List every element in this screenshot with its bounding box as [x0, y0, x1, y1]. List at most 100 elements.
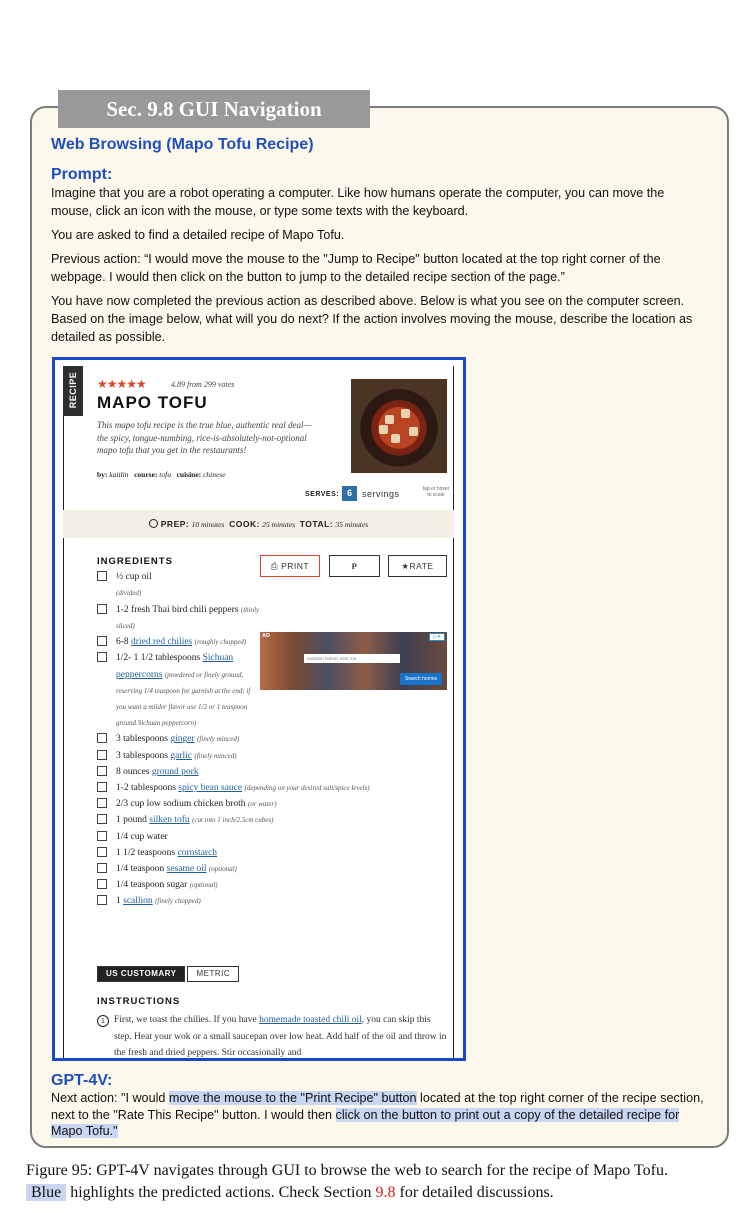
ingredient-note: (optional)	[189, 881, 218, 890]
ingredient-checkbox[interactable]	[97, 733, 107, 744]
ingredient-link[interactable]: garlic	[170, 751, 192, 761]
ingredient-text: 1 pound	[116, 815, 150, 826]
ingredient-checkbox[interactable]	[97, 636, 107, 647]
gpt-heading: GPT-4V:	[51, 1072, 113, 1089]
metric-button[interactable]: METRIC	[187, 966, 240, 982]
ingredient-checkbox[interactable]	[97, 781, 107, 792]
cuisine-label: cuisine:	[176, 470, 202, 479]
rating-votes: 4.89 from 299 votes	[171, 380, 235, 389]
cuisine: chinese	[203, 470, 226, 479]
section-ref-link[interactable]: 9.8	[375, 1184, 395, 1201]
ingredient-item: 3 tablespoons ginger (finely minced)	[97, 731, 447, 747]
total-label: TOTAL:	[299, 519, 334, 529]
ingredient-item: 1 pound silken tofu (cut into 1 inch/2.5…	[97, 812, 447, 828]
ingredient-text: 3 tablespoons	[116, 750, 171, 761]
recipe-title: MAPO TOFU	[97, 393, 208, 412]
figure-caption: Figure 95: GPT-4V navigates through GUI …	[26, 1160, 738, 1204]
ingredient-item: 2/3 cup low sodium chicken broth (or wat…	[97, 796, 447, 812]
ingredient-link[interactable]: dried red chilies	[131, 637, 192, 647]
section-label: Sec. 9.8 GUI Navigation	[58, 90, 370, 128]
recipe-side-tab: RECIPE	[63, 366, 83, 416]
ingredient-checkbox[interactable]	[97, 603, 107, 614]
ingredient-item: 3 tablespoons garlic (finely minced)	[97, 748, 447, 764]
ingredient-checkbox[interactable]	[97, 571, 107, 581]
ingredient-checkbox[interactable]	[97, 862, 107, 873]
servings-label: servings	[362, 489, 400, 499]
ingredient-checkbox[interactable]	[97, 798, 107, 809]
ingredient-note: (or water)	[247, 800, 277, 809]
ingredient-link[interactable]: scallion	[123, 896, 153, 906]
step-text-a: First, we toast the chilies. If you have	[114, 1015, 260, 1025]
ingredient-text: 1/4 teaspoon	[116, 863, 167, 874]
chili-oil-link[interactable]: homemade toasted chili oil	[259, 1015, 362, 1025]
ingredient-item: 8 ounces ground pork	[97, 764, 447, 780]
ingredient-checkbox[interactable]	[97, 879, 107, 890]
ingredient-item: ½ cup oil (divided)	[97, 569, 447, 602]
ingredients-list: ½ cup oil (divided) 1-2 fresh Thai bird ch…	[97, 569, 447, 910]
ingredient-note: (optional)	[208, 864, 237, 873]
instructions-heading: INSTRUCTIONS	[97, 996, 181, 1007]
ingredient-checkbox[interactable]	[97, 765, 107, 776]
ingredient-link[interactable]: sesame oil	[167, 864, 207, 874]
ingredient-link[interactable]: ground pork	[152, 767, 199, 777]
ingredient-checkbox[interactable]	[97, 814, 107, 825]
advertisement[interactable]: AD ▷✕ vacation homes near me Search home…	[260, 632, 447, 690]
instruction-step-1: 1 First, we toast the chilies. If you hav…	[97, 1012, 447, 1058]
ingredient-note: (roughly chopped)	[194, 638, 247, 647]
ingredient-item: 1/2- 1 1/2 tablespoons Sichuan peppercor…	[97, 650, 262, 731]
ingredient-note: (finely minced)	[197, 735, 240, 744]
ingredient-subnote: (divided)	[116, 589, 142, 598]
ingredient-item: 1/4 cup water	[97, 829, 447, 845]
recipe-description: This mapo tofu recipe is the true blue, …	[97, 420, 312, 455]
ingredient-checkbox[interactable]	[97, 652, 107, 663]
ingredient-text: 3 tablespoons	[116, 734, 171, 745]
scale-hint: tap or hover to scale	[422, 486, 450, 498]
rating-stars-icon[interactable]: ★★★★★	[97, 377, 147, 391]
prompt-paragraph-3: Previous action: “I would move the mouse…	[51, 252, 661, 284]
ingredient-note: (depending on your desired salt/spice le…	[244, 783, 370, 792]
caption-line-1: Figure 95: GPT-4V navigates through GUI …	[26, 1162, 668, 1179]
ingredient-text: 1/4 cup water	[116, 831, 168, 842]
recipe-side-tab-label: RECIPE	[68, 371, 78, 409]
ingredient-note: (finely chopped)	[155, 897, 201, 906]
prompt-heading: Prompt:	[51, 166, 113, 183]
ingredient-link[interactable]: spicy bean sauce	[178, 783, 242, 793]
ingredient-text: 1/2- 1 1/2 tablespoons	[116, 653, 203, 664]
ingredient-item: 1-2 tablespoons spicy bean sauce (depend…	[97, 780, 447, 796]
gpt-answer: Next action: "I would move the mouse to …	[51, 1090, 711, 1140]
ingredient-note: (finely minced)	[194, 751, 237, 760]
ad-search-button[interactable]: Search homes	[400, 673, 442, 685]
box-title: Web Browsing (Mapo Tofu Recipe)	[51, 136, 314, 153]
serves-label: SERVES:	[305, 491, 340, 498]
course-label: course:	[134, 470, 158, 479]
ingredient-text: 1/4 teaspoon sugar	[116, 880, 188, 891]
step-number: 1	[97, 1015, 109, 1027]
mapo-tofu-photo	[351, 379, 447, 473]
ingredient-checkbox[interactable]	[97, 895, 107, 906]
cook-time: 25 minutes	[262, 520, 296, 529]
ingredient-item: 1/4 teaspoon sugar (optional)	[97, 877, 447, 893]
servings-count[interactable]: 6	[342, 486, 357, 501]
ingredient-link[interactable]: silken tofu	[149, 815, 189, 825]
ingredient-text: 1 1/2 teaspoons	[116, 847, 178, 858]
ingredient-checkbox[interactable]	[97, 846, 107, 857]
prompt-paragraph-2: You are asked to find a detailed recipe …	[51, 228, 345, 242]
ingredient-text: 1-2 tablespoons	[116, 782, 179, 793]
us-customary-button[interactable]: US CUSTOMARY	[97, 966, 186, 982]
ingredient-text: 1-2 fresh Thai bird chili peppers	[116, 604, 239, 615]
gpt-text-1: Next action: "I would	[51, 1091, 169, 1105]
ingredient-item: 1/4 teaspoon sesame oil (optional)	[97, 861, 447, 877]
ad-close-icon[interactable]: ▷✕	[429, 633, 445, 641]
ingredient-checkbox[interactable]	[97, 749, 107, 760]
by-label: by:	[97, 470, 108, 479]
ingredient-link[interactable]: cornstarch	[177, 848, 217, 858]
author: kaitlin	[109, 470, 129, 479]
ingredients-heading: INGREDIENTS	[97, 556, 173, 567]
prompt-paragraph-1: Imagine that you are a robot operating a…	[51, 186, 665, 218]
ingredient-link[interactable]: ginger	[170, 734, 194, 744]
unit-toggle: US CUSTOMARY METRIC	[97, 966, 240, 982]
course: tofu	[159, 470, 171, 479]
ad-search-field[interactable]: vacation homes near me	[304, 654, 400, 663]
ingredient-checkbox[interactable]	[97, 830, 107, 841]
ingredient-text: 6-8	[116, 637, 132, 648]
